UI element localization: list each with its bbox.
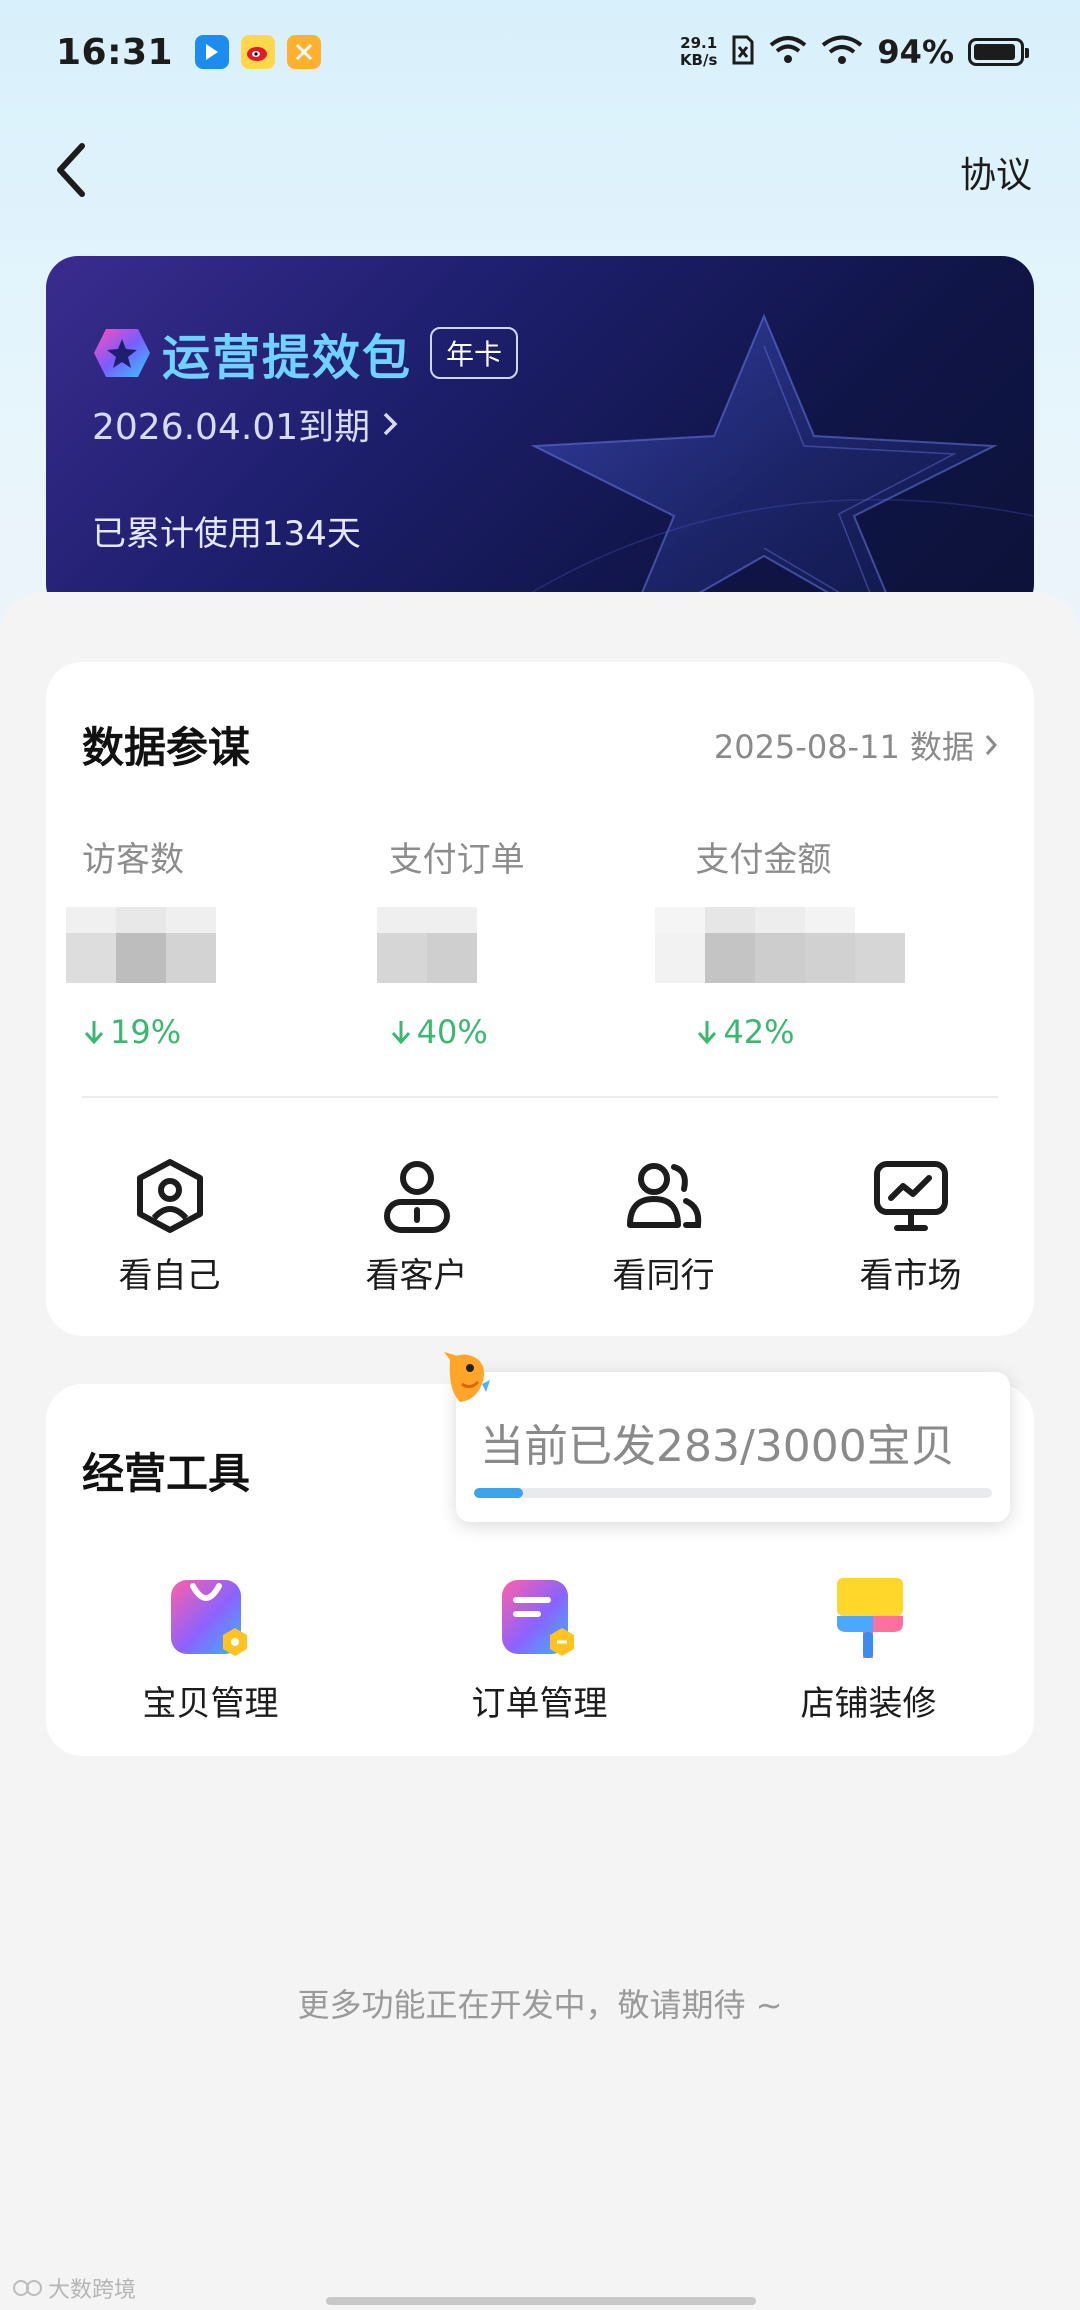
card-type-badge: 年卡 (430, 327, 519, 379)
tool-product-management[interactable]: 宝贝管理 (46, 1570, 375, 1725)
customer-icon (377, 1156, 457, 1236)
metric-value-redacted (66, 907, 222, 983)
membership-banner[interactable]: 运营提效包 年卡 2026.04.01到期 已累计使用134天 (46, 256, 1034, 616)
metric-value-redacted (376, 907, 529, 983)
metric-value-redacted (655, 907, 945, 983)
watermark-logo-icon (13, 2280, 42, 2296)
paint-brush-icon (821, 1570, 917, 1666)
usage-days: 已累计使用134天 (92, 514, 361, 554)
app-notification-icon (195, 35, 230, 69)
metric-visitors[interactable]: 访客数 19% (66, 832, 389, 1051)
quick-links-row: 看自己 看客户 看同行 看市场 (46, 1156, 1034, 1297)
data-advisor-title: 数据参谋 (82, 723, 251, 772)
listing-quota-progress (474, 1488, 992, 1498)
arrow-down-icon (698, 1021, 717, 1045)
product-bag-icon (163, 1570, 259, 1666)
wifi-icon (821, 35, 863, 69)
market-chart-icon (871, 1156, 951, 1236)
mascot-fish-icon (442, 1350, 492, 1406)
battery-percent: 94% (877, 33, 954, 71)
chevron-right-icon (985, 735, 998, 755)
battery-level (974, 44, 1016, 60)
listing-quota-progress-fill (474, 1488, 523, 1498)
quick-link-self[interactable]: 看自己 (46, 1156, 293, 1297)
user-shield-icon (130, 1156, 210, 1236)
arrow-down-icon (391, 1021, 410, 1045)
tool-store-decoration[interactable]: 店铺装修 (704, 1570, 1033, 1725)
quick-link-market[interactable]: 看市场 (787, 1156, 1034, 1297)
status-time: 16:31 (56, 31, 174, 73)
coming-soon-note: 更多功能正在开发中，敬请期待 ~ (297, 1986, 783, 2024)
banner-title: 运营提效包 年卡 (92, 318, 519, 388)
star-decoration-icon (493, 313, 1034, 616)
status-bar: 16:31 29.1 KB/s 94% (0, 0, 1080, 104)
metrics-row: 访客数 19% 支付订单 40% 支付金额 42% (66, 832, 1002, 1051)
metric-change: 42% (695, 1013, 1002, 1051)
data-advisor-card: 数据参谋 2025-08-11 数据 访客数 19% 支付订单 40% 支付金额… (46, 662, 1034, 1336)
package-logo-icon (94, 329, 150, 377)
data-date-link[interactable]: 2025-08-11 数据 (714, 722, 998, 768)
metric-paid-amount[interactable]: 支付金额 42% (655, 832, 1002, 1051)
listing-quota-tooltip: 当前已发283/3000宝贝 (456, 1372, 1010, 1522)
tools-notification-icon (287, 35, 322, 69)
metric-change: 40% (389, 1013, 696, 1051)
weibo-notification-icon (241, 35, 276, 69)
chevron-right-icon (383, 412, 398, 436)
tool-order-management[interactable]: 订单管理 (375, 1570, 704, 1725)
arrow-down-icon (84, 1021, 104, 1045)
metric-change: 19% (82, 1013, 389, 1051)
divider (82, 1096, 998, 1098)
expire-link[interactable]: 2026.04.01到期 (92, 398, 398, 450)
listing-quota-text: 当前已发283/3000宝贝 (480, 1421, 955, 1472)
metric-paid-orders[interactable]: 支付订单 40% (376, 832, 696, 1051)
quick-link-customers[interactable]: 看客户 (293, 1156, 540, 1297)
chevron-left-icon (57, 143, 85, 197)
home-indicator[interactable] (326, 2297, 756, 2305)
order-doc-icon (492, 1570, 588, 1666)
tools-row: 宝贝管理 订单管理 店铺装修 (46, 1570, 1034, 1725)
peers-icon (624, 1156, 704, 1236)
battery-icon (968, 38, 1029, 66)
network-speed: 29.1 KB/s (679, 34, 718, 69)
agreement-link[interactable]: 协议 (960, 146, 1032, 198)
sim-icon (731, 35, 755, 69)
watermark: 大数跨境 (12, 2272, 136, 2304)
business-tools-title: 经营工具 (82, 1449, 251, 1498)
quick-link-peers[interactable]: 看同行 (540, 1156, 787, 1297)
wifi-secondary-icon (769, 35, 807, 69)
back-button[interactable] (40, 138, 104, 202)
navigation-bar: 协议 (0, 120, 1080, 220)
